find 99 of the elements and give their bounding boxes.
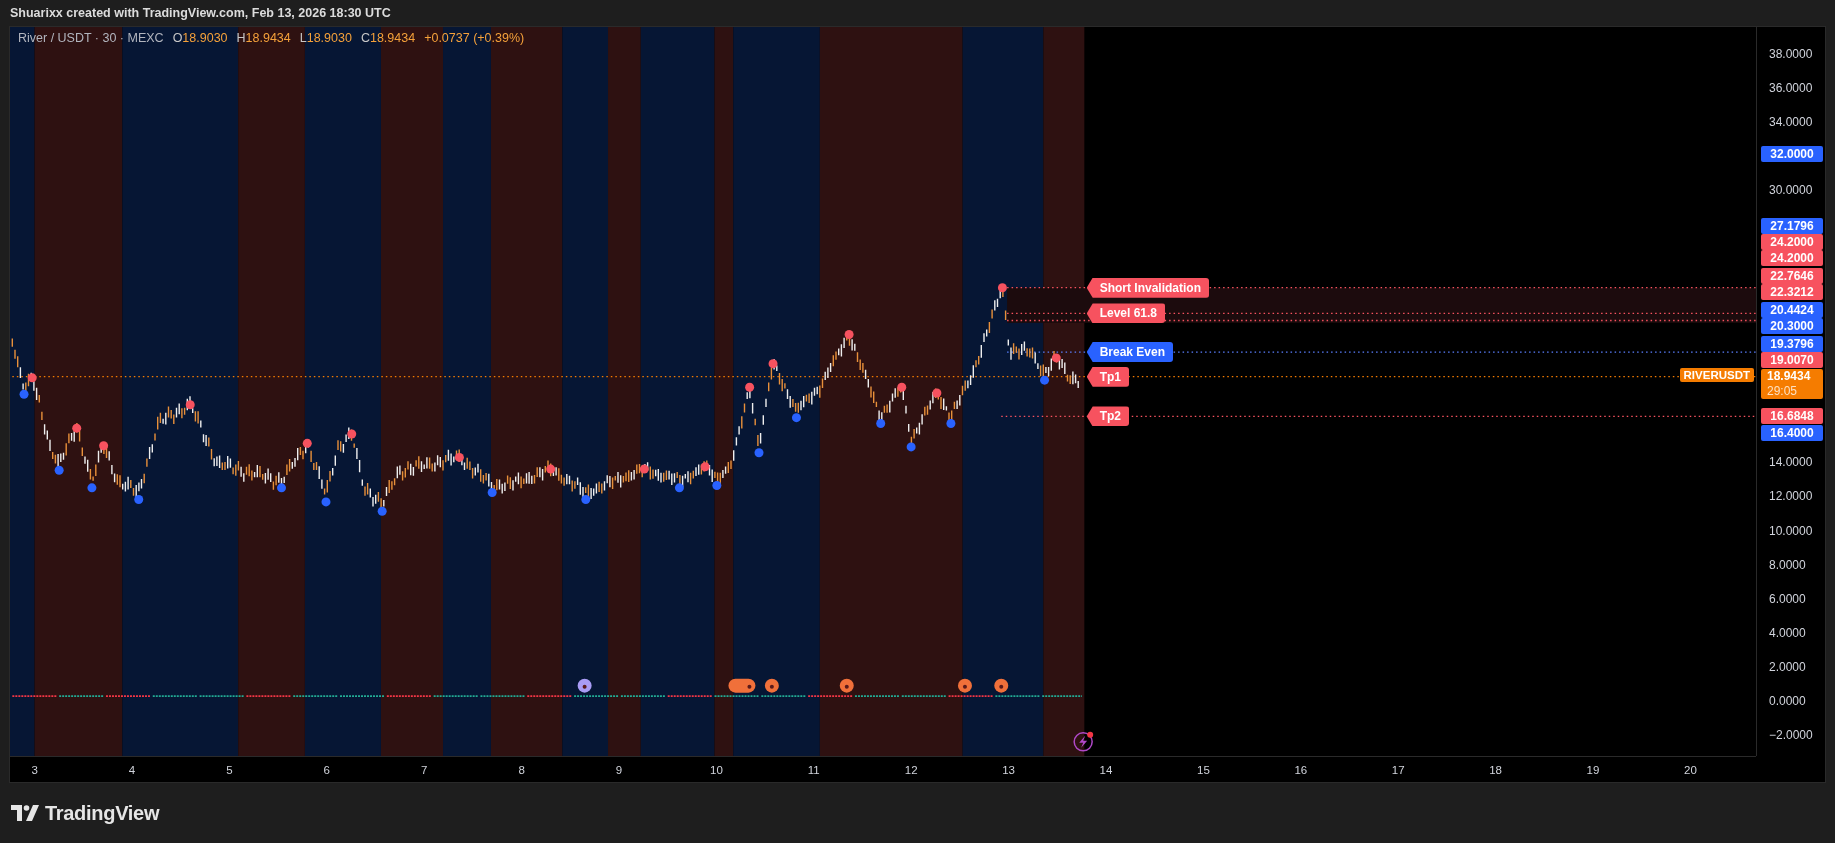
time-tick: 14 [1099, 764, 1113, 776]
time-tick: 15 [1197, 764, 1210, 776]
price-tick: 38.0000 [1769, 45, 1813, 62]
ohlc-value: 18.9030 [306, 31, 352, 45]
pivot-high-marker [897, 382, 907, 392]
pivot-high-marker [546, 464, 556, 474]
price-tick: 10.0000 [1769, 522, 1813, 539]
time-tick: 17 [1391, 764, 1405, 776]
ohlc-label: C [360, 31, 370, 45]
logo-icon [11, 805, 39, 821]
pivot-low-marker [1040, 375, 1050, 385]
price-tick: 2.0000 [1769, 658, 1806, 675]
time-tick: 19 [1586, 764, 1600, 776]
pivot-low-marker [946, 419, 956, 428]
pivot-high-marker [72, 423, 82, 433]
ohlc-label: H [236, 31, 246, 45]
chart-label[interactable]: Short Invalidation [1086, 277, 1209, 298]
pivot-low-marker [581, 495, 591, 505]
countdown-timer: 29:05 [1767, 383, 1798, 399]
time-tick: 6 [323, 764, 330, 776]
price-tag: 16.6848 [1761, 408, 1823, 425]
price-tick: 30.0000 [1769, 181, 1813, 198]
price-tick: 14.0000 [1769, 454, 1813, 471]
pivot-high-marker [1051, 353, 1061, 363]
time-tick: 7 [421, 764, 428, 776]
time-tick: 11 [807, 764, 820, 776]
ohlc-label: O [172, 31, 183, 45]
time-tick: 8 [518, 764, 525, 776]
pivot-low-marker [19, 389, 29, 399]
price-tag: 27.1796 [1761, 217, 1823, 234]
price-tag: 24.2000 [1761, 250, 1823, 267]
pivot-low-marker [791, 413, 801, 423]
pivot-low-marker [321, 497, 331, 507]
price-tick: 12.0000 [1769, 488, 1813, 505]
time-tick: 13 [1002, 764, 1015, 776]
pivot-high-marker [99, 441, 109, 451]
pivot-high-marker [185, 400, 195, 410]
ohlc-value: 18.9434 [245, 31, 291, 45]
price-tick: 4.0000 [1769, 624, 1806, 641]
price-tag: 32.0000 [1761, 146, 1823, 163]
pivot-high-marker [302, 438, 312, 448]
price-tick: 6.0000 [1769, 590, 1806, 607]
symbol-title: River / USDT · 30 · MEXC [18, 31, 164, 45]
price-value: 18.9434 [1767, 368, 1811, 384]
price-tag: 20.3000 [1761, 318, 1823, 335]
ohlc-value: 18.9434 [369, 31, 416, 45]
price-tag: 22.3212 [1761, 284, 1823, 301]
pivot-low-marker [906, 442, 916, 452]
pivot-high-marker [932, 388, 942, 398]
pivot-low-marker [134, 495, 144, 505]
price-tick: 36.0000 [1769, 79, 1813, 96]
pivot-low-marker [876, 419, 886, 428]
time-tick: 4 [128, 764, 136, 776]
price-tick: 0.0000 [1769, 692, 1806, 709]
price-change: +0.0737 (+0.39%) [424, 31, 525, 45]
price-tick: 8.0000 [1769, 556, 1806, 573]
pivot-low-marker [54, 465, 64, 475]
price-tag: 22.7646 [1761, 268, 1823, 284]
pivot-high-marker [997, 283, 1007, 293]
price-tag: 20.4424 [1761, 301, 1823, 318]
pivot-high-marker [27, 373, 37, 383]
price-tick: 34.0000 [1769, 113, 1813, 130]
pivot-low-marker [487, 488, 497, 498]
time-tick: 12 [904, 764, 918, 776]
pivot-high-marker [454, 452, 464, 462]
time-tick: 18 [1489, 764, 1502, 776]
price-tag: 16.4000 [1761, 424, 1823, 441]
time-tick: 9 [615, 764, 623, 776]
pivot-high-marker [844, 330, 854, 340]
chart-label[interactable]: Level 61.8 [1086, 303, 1166, 324]
symbol-tag: RIVERUSDT [1679, 367, 1754, 382]
pivot-low-marker [754, 448, 764, 458]
pivot-low-marker [87, 483, 97, 493]
pivot-high-marker [768, 359, 778, 369]
lightning-icon[interactable] [1073, 731, 1094, 752]
pivot-low-marker [674, 483, 684, 493]
price-tick: −2.0000 [1769, 726, 1813, 743]
brand-name: TradingView [45, 801, 160, 825]
time-tick: 3 [31, 764, 38, 776]
pivot-low-marker [712, 481, 722, 490]
time-tick: 10 [710, 764, 723, 776]
chart-label[interactable]: Break Even [1086, 342, 1174, 363]
price-tag: 24.2000 [1761, 234, 1823, 251]
pivot-high-marker [745, 382, 755, 392]
pivot-high-marker [639, 464, 649, 474]
ohlc-value: 18.9030 [182, 31, 228, 45]
chart-label[interactable]: Tp2 [1086, 406, 1129, 427]
header-text: Shuarixx created with TradingView.com, Feb 13, 2026 18:30 UTC [10, 6, 391, 20]
price-tag: 19.3796 [1761, 335, 1823, 352]
price-tag: 19.0070 [1761, 352, 1823, 369]
pivot-low-marker [377, 506, 387, 516]
ohlc-label: L [299, 31, 307, 45]
pivot-low-marker [277, 483, 286, 493]
pivot-high-marker [700, 462, 710, 472]
time-tick: 20 [1684, 764, 1697, 776]
time-tick: 5 [226, 764, 233, 776]
pivot-high-marker [347, 429, 357, 439]
chart-label[interactable]: Tp1 [1086, 366, 1129, 387]
time-tick: 16 [1294, 764, 1308, 776]
